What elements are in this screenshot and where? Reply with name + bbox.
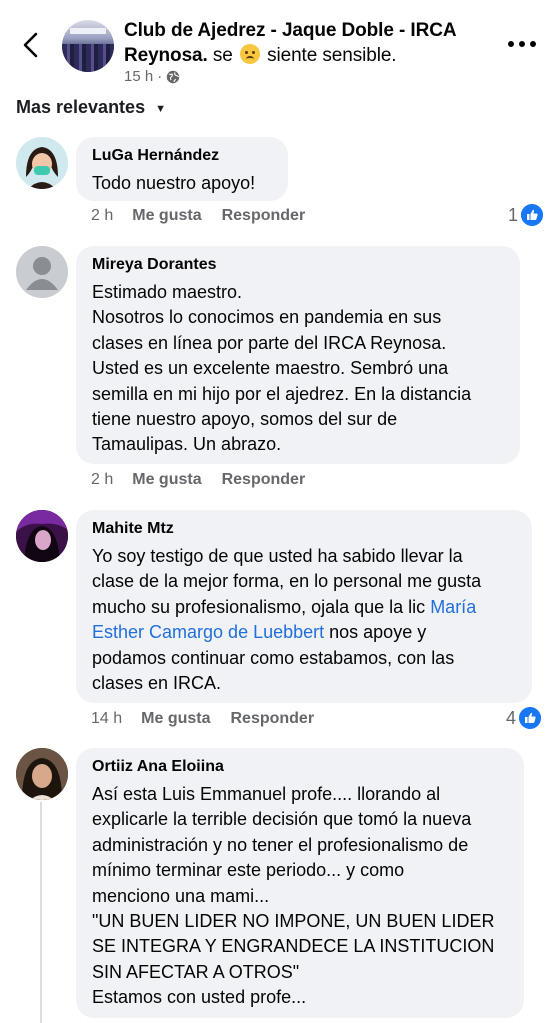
comment-line: Tamaulipas. Un abrazo. (92, 434, 282, 455)
comment-bubble: Ortiiz Ana Eloiina Así esta Luis Emmanue… (76, 748, 524, 1018)
mention-link[interactable]: Esther Camargo de Luebbert (92, 622, 324, 642)
sort-dropdown[interactable]: Mas relevantes ▼ (16, 97, 166, 118)
comment-line: tiene nuestro apoyo, somos del sur de (92, 409, 398, 430)
comment-author[interactable]: Ortiiz Ana Eloiina (92, 758, 224, 776)
like-button[interactable]: Me gusta (141, 710, 210, 728)
comment-text: Estimado maestro. Nosotros lo conocimos … (92, 280, 471, 458)
comment-bubble: LuGa Hernández Todo nuestro apoyo! (76, 137, 288, 201)
reply-button[interactable]: Responder (222, 207, 306, 225)
post-time[interactable]: 15 h (124, 68, 153, 85)
comment-line: explicarle la terrible decisión que tomó… (92, 809, 472, 830)
comment-line: menciono una mami... (92, 885, 270, 906)
comment-line: Todo nuestro apoyo! (92, 173, 256, 193)
comment-line: SE INTEGRA Y ENGRANDECE LA INSTITUCION (92, 936, 495, 957)
comment-bubble: Mahite Mtz Yo soy testigo de que usted h… (76, 510, 532, 703)
comment-line: "UN BUEN LIDER NO IMPONE, UN BUEN LIDER (92, 911, 495, 932)
avatar-banner-shape (70, 28, 106, 34)
comment-line: Estamos con usted profe... (92, 987, 307, 1008)
reply-button[interactable]: Responder (230, 710, 314, 728)
comment-actions: 2 h Me gusta Responder (91, 207, 305, 225)
comment-author[interactable]: Mahite Mtz (92, 520, 174, 538)
post-header: Club de Ajedrez - Jaque Doble - IRCA Rey… (0, 0, 554, 96)
comment-line: mucho su profesionalismo, ojala que la l… (92, 595, 481, 620)
reaction-count[interactable]: 1 (508, 204, 544, 226)
comment-actions: 14 h Me gusta Responder (91, 710, 314, 728)
avatar-crowd-shape (62, 44, 114, 72)
mention-link[interactable]: María (430, 597, 476, 617)
avatar[interactable] (16, 137, 68, 189)
comment-text: Todo nuestro apoyo! (92, 171, 255, 196)
comment-time[interactable]: 2 h (91, 471, 113, 489)
comment-line: administración y no tener el profesional… (92, 834, 469, 855)
comment-line: clase de la mejor forma, en lo personal … (92, 571, 482, 592)
default-avatar-icon (16, 246, 68, 298)
comment-time[interactable]: 2 h (91, 207, 113, 225)
comment-line: podamos continuar como estabamos, con la… (92, 647, 455, 668)
reaction-count-value: 1 (508, 204, 519, 225)
comment-line: Así esta Luis Emmanuel profe.... llorand… (92, 784, 441, 804)
chevron-down-icon: ▼ (155, 102, 166, 115)
cartoon-avatar-icon (16, 137, 68, 189)
comment-text-segment: nos apoye y (324, 622, 427, 643)
back-arrow-icon[interactable] (14, 28, 48, 62)
comment-author[interactable]: Mireya Dorantes (92, 256, 217, 274)
feeling-text: siente sensible. (261, 45, 397, 66)
comment-line: clases en IRCA. (92, 673, 222, 694)
comment-text: Yo soy testigo de que usted ha sabido ll… (92, 544, 481, 696)
comment-line: Usted es un excelente maestro. Sembró un… (92, 358, 449, 379)
feeling-prefix: se (207, 45, 233, 66)
comment-text-segment: mucho su profesionalismo, ojala que la l… (92, 596, 431, 617)
profile-photo-icon (16, 748, 68, 800)
post-meta: 15 h · (124, 68, 180, 85)
comment-line: SIN AFECTAR A OTROS" (92, 961, 300, 982)
comment-bubble: Mireya Dorantes Estimado maestro. Nosotr… (76, 246, 520, 464)
profile-photo-icon (16, 510, 68, 562)
comment-line: clases en línea por parte del IRCA Reyno… (92, 332, 447, 353)
reply-button[interactable]: Responder (222, 471, 306, 489)
avatar[interactable] (16, 246, 68, 298)
reply-thread-line (40, 802, 42, 1023)
like-button[interactable]: Me gusta (132, 471, 201, 489)
comment-actions: 2 h Me gusta Responder (91, 471, 305, 489)
reaction-count-value: 4 (506, 707, 517, 728)
comment-line: mínimo terminar este periodo... y como (92, 860, 405, 881)
sad-face-emoji-icon (239, 44, 260, 64)
comment-line: Yo soy testigo de que usted ha sabido ll… (92, 546, 463, 566)
post-title: Club de Ajedrez - Jaque Doble - IRCA Rey… (124, 18, 494, 68)
comment-author[interactable]: LuGa Hernández (92, 147, 219, 165)
comment-line: Nosotros lo conocimos en pandemia en sus (92, 307, 442, 328)
comment-line: Estimado maestro. (92, 282, 243, 302)
more-options-icon[interactable] (508, 36, 538, 52)
globe-icon (167, 70, 180, 83)
comment-line: Esther Camargo de Luebbert nos apoye y (92, 620, 481, 645)
like-reaction-icon (519, 707, 542, 729)
like-reaction-icon (521, 204, 544, 226)
avatar[interactable] (16, 748, 68, 800)
comment-time[interactable]: 14 h (91, 710, 122, 728)
group-avatar[interactable] (62, 20, 114, 72)
like-button[interactable]: Me gusta (132, 207, 201, 225)
avatar[interactable] (16, 510, 68, 562)
meta-separator: · (157, 68, 163, 85)
comment-line: semilla en mi hijo por el ajedrez. En la… (92, 383, 472, 404)
reaction-count[interactable]: 4 (506, 707, 542, 729)
sort-label: Mas relevantes (16, 97, 146, 117)
comment-text: Así esta Luis Emmanuel profe.... llorand… (92, 782, 494, 1011)
